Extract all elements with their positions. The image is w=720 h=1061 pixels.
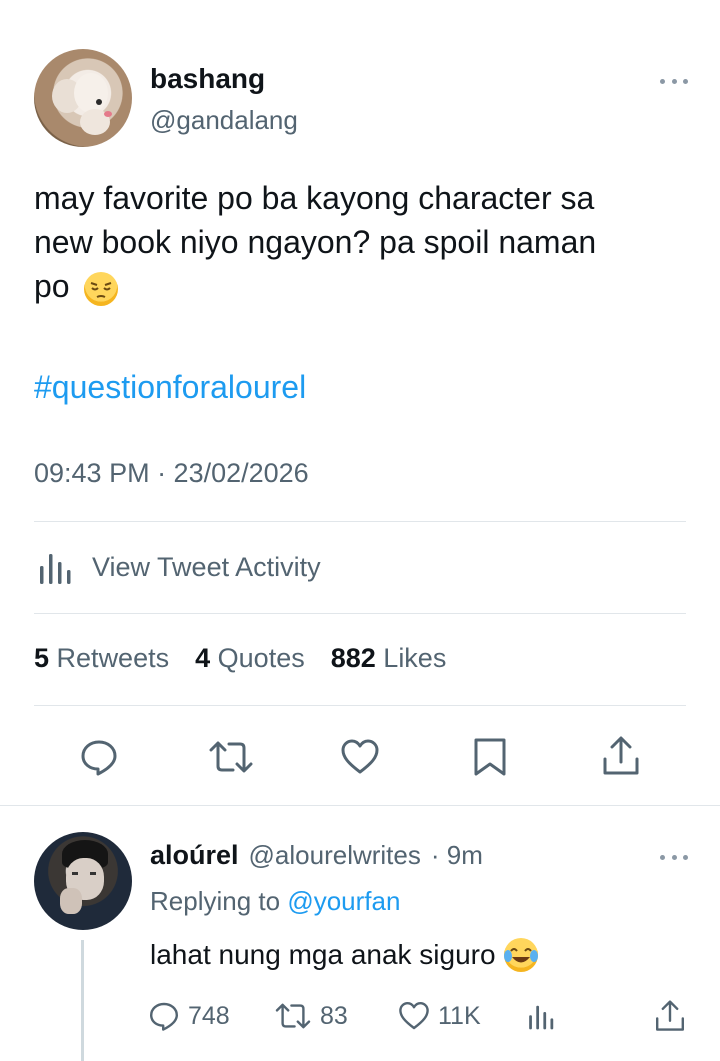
- reply-icon: [148, 1000, 180, 1032]
- thread-line: [81, 940, 84, 1061]
- pensive-face-emoji-icon: [84, 271, 119, 306]
- reply-text-content: lahat nung mga anak siguro: [150, 939, 496, 970]
- retweets-stat[interactable]: 5 Retweets: [34, 643, 169, 674]
- section-divider: [0, 805, 720, 806]
- tweet-text-line: po: [34, 268, 70, 304]
- author-avatar[interactable]: [34, 49, 132, 147]
- tweet-timestamp[interactable]: 09:43 PM · 23/02/2026: [34, 458, 309, 489]
- reply-author-name[interactable]: aloúrel: [150, 840, 239, 871]
- tweet-text-line: may favorite po ba kayong character sa: [34, 180, 595, 216]
- more-options-icon[interactable]: [660, 76, 688, 86]
- reply-count: 748: [188, 1001, 230, 1030]
- reply-author-handle[interactable]: @alourelwrites: [249, 840, 421, 871]
- reply-more-options-icon[interactable]: [660, 852, 688, 862]
- tweet-text-line: new book niyo ngayon? pa spoil naman: [34, 224, 597, 260]
- reply-author-avatar[interactable]: [34, 832, 132, 930]
- author-name[interactable]: bashang: [150, 63, 265, 95]
- reply-text: lahat nung mga anak siguro: [150, 938, 538, 972]
- quotes-stat[interactable]: 4 Quotes: [195, 643, 305, 674]
- retweet-icon: [274, 1000, 312, 1032]
- reply-icon[interactable]: [79, 737, 119, 777]
- divider: [34, 521, 686, 522]
- likes-count: 882: [330, 643, 376, 673]
- reply-header: aloúrel @alourelwrites · 9m: [150, 840, 483, 871]
- view-tweet-activity-label: View Tweet Activity: [92, 551, 321, 582]
- tweet-stats: 5 Retweets 4 Quotes 882 Likes: [34, 643, 446, 674]
- tears-of-joy-emoji-icon: [503, 938, 538, 972]
- tweet-text: may favorite po ba kayong character sa n…: [34, 176, 694, 308]
- retweets-count: 5: [34, 643, 50, 673]
- reply-retweet-button[interactable]: 83: [274, 1000, 348, 1032]
- like-icon[interactable]: [340, 737, 380, 777]
- replying-to-prefix: Replying to: [150, 886, 281, 916]
- bookmark-icon[interactable]: [472, 737, 508, 777]
- tweet-text-line: po: [34, 264, 694, 308]
- replying-to-handle[interactable]: @yourfan: [287, 886, 400, 916]
- retweet-icon[interactable]: [208, 737, 254, 777]
- quotes-count: 4: [195, 643, 211, 673]
- retweet-count: 83: [320, 1001, 348, 1030]
- reply-time: · 9m: [430, 840, 483, 870]
- like-icon: [398, 1000, 430, 1032]
- divider: [34, 705, 686, 706]
- likes-label: Likes: [383, 643, 447, 673]
- author-handle[interactable]: @gandalang: [150, 105, 298, 136]
- retweets-label: Retweets: [56, 643, 170, 673]
- share-icon[interactable]: [601, 735, 641, 777]
- analytics-icon[interactable]: [526, 1001, 556, 1031]
- likes-stat[interactable]: 882 Likes: [331, 643, 447, 674]
- view-tweet-activity-button[interactable]: View Tweet Activity: [36, 548, 321, 586]
- reply-like-button[interactable]: 11K: [398, 1000, 481, 1032]
- share-icon[interactable]: [654, 999, 686, 1033]
- like-count: 11K: [438, 1001, 481, 1030]
- reply-reply-button[interactable]: 748: [148, 1000, 230, 1032]
- divider: [34, 613, 686, 614]
- quotes-label: Quotes: [217, 643, 305, 673]
- analytics-icon: [36, 548, 74, 586]
- hashtag-link[interactable]: #questionforalourel: [34, 369, 306, 406]
- replying-to: Replying to @yourfan: [150, 886, 400, 917]
